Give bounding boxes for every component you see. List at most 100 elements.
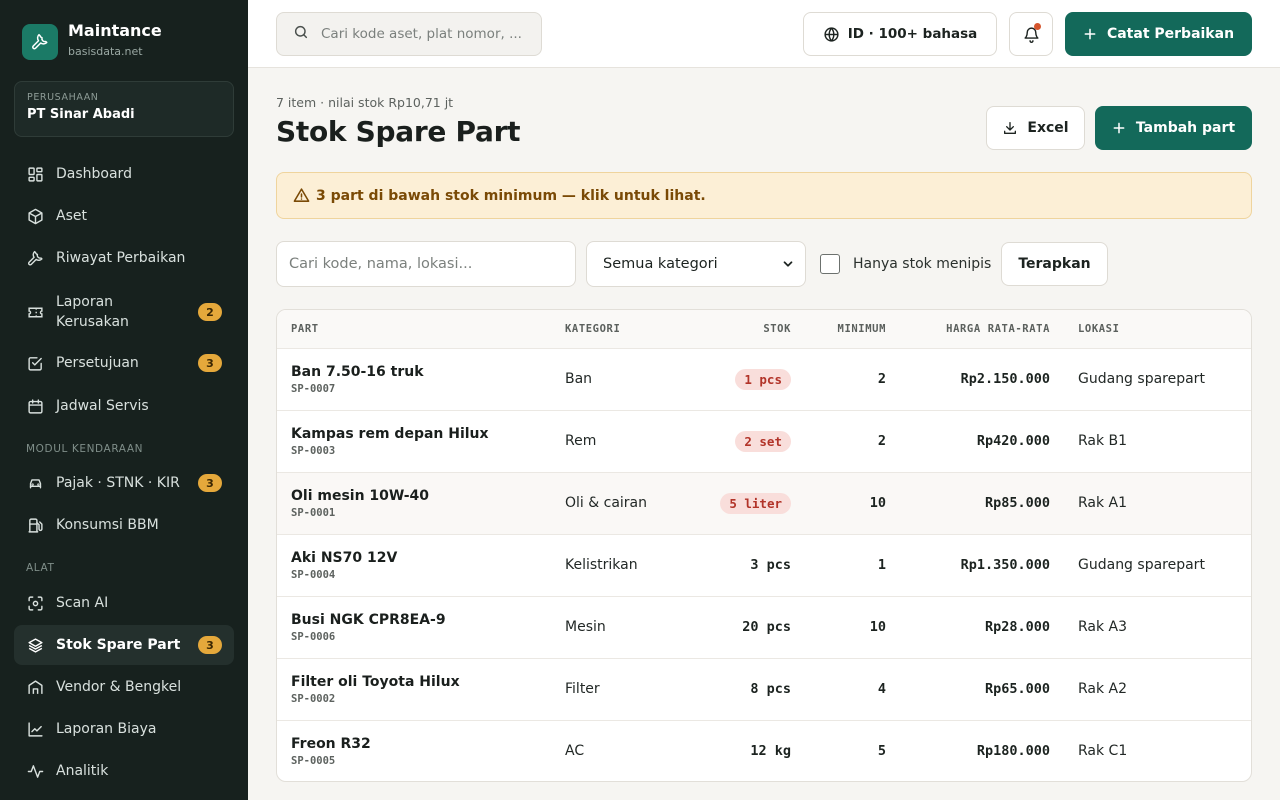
category-select[interactable]: Semua kategori [586, 241, 806, 287]
tambah-part-button[interactable]: Tambah part [1095, 106, 1252, 150]
low-stock-alert[interactable]: 3 part di bawah stok minimum — klik untu… [276, 172, 1252, 219]
part-location: Gudang sparepart [1078, 557, 1205, 573]
activity-icon [26, 762, 44, 780]
part-name: Filter oli Toyota Hilux [291, 674, 460, 690]
column-header-part[interactable]: PART [277, 310, 565, 348]
part-location: Rak B1 [1078, 433, 1128, 449]
part-search-input[interactable] [276, 241, 576, 287]
scan-icon [26, 594, 44, 612]
part-name: Aki NS70 12V [291, 550, 398, 566]
wrench-icon [26, 249, 44, 267]
tambah-part-label: Tambah part [1135, 120, 1236, 136]
part-category: Mesin [565, 619, 606, 635]
table-row[interactable]: Oli mesin 10W-40 SP-0001 Oli & cairan 5 l… [277, 472, 1251, 534]
part-stock: 20 pcs [742, 619, 791, 635]
sidebar-item-konsumsi-bbm[interactable]: Konsumsi BBM [14, 505, 234, 545]
part-minimum: 2 [877, 371, 886, 387]
global-search[interactable] [276, 12, 542, 56]
part-code: SP-0002 [291, 693, 336, 705]
column-header-minimum[interactable]: MINIMUM [791, 310, 886, 348]
excel-label: Excel [1027, 120, 1069, 136]
wrench-icon [22, 24, 58, 60]
sidebar-item-stok-spare-part[interactable]: Stok Spare Part 3 [14, 625, 234, 665]
sidebar-item-riwayat-perbaikan[interactable]: Riwayat Perbaikan [14, 238, 234, 278]
catat-perbaikan-button[interactable]: Catat Perbaikan [1065, 12, 1252, 56]
page-title: Stok Spare Part [276, 115, 521, 148]
sidebar-item-label: Vendor & Bengkel [56, 679, 182, 695]
apply-filter-button[interactable]: Terapkan [1001, 242, 1108, 286]
part-location: Rak A1 [1078, 495, 1128, 511]
company-switcher[interactable]: PERUSAHAAN PT Sinar Abadi [14, 81, 234, 137]
part-location: Gudang sparepart [1078, 371, 1205, 387]
column-header-lokasi[interactable]: LOKASI [1050, 310, 1251, 348]
brand-domain: basisdata.net [68, 45, 143, 58]
search-icon [293, 24, 309, 44]
warning-icon [293, 188, 310, 202]
building-icon [26, 678, 44, 696]
part-minimum: 5 [877, 743, 886, 760]
brand[interactable]: Maintance basisdata.net [22, 21, 162, 60]
part-code: SP-0004 [291, 569, 336, 581]
part-stock: 8 pcs [750, 681, 791, 697]
column-header-harga[interactable]: HARGA RATA-RATA [886, 310, 1050, 348]
page-meta: 7 item · nilai stok Rp10,71 jt [276, 95, 454, 110]
global-search-input[interactable] [321, 26, 521, 42]
sidebar-item-label: Persetujuan [56, 355, 139, 371]
table-header-row: PART KATEGORI STOK MINIMUM HARGA RATA-RA… [277, 310, 1251, 348]
stock-badge-low: 5 liter [720, 492, 791, 514]
plus-icon [1084, 28, 1096, 40]
cube-icon [26, 207, 44, 225]
notification-dot [1034, 23, 1041, 30]
check-square-icon [26, 354, 44, 372]
sidebar-item-aset[interactable]: Aset [14, 196, 234, 236]
table-row[interactable]: Ban 7.50-16 truk SP-0007 Ban 1 pcs 2 Rp2.… [277, 348, 1251, 410]
sidebar-item-persetujuan[interactable]: Persetujuan 3 [14, 343, 234, 383]
globe-icon [824, 26, 839, 42]
notifications-button[interactable] [1009, 12, 1053, 56]
language-button[interactable]: ID · 100+ bahasa [803, 12, 997, 56]
part-minimum: 2 [877, 433, 886, 449]
sidebar-item-laporan-biaya[interactable]: Laporan Biaya [14, 709, 234, 749]
spare-part-table: PART KATEGORI STOK MINIMUM HARGA RATA-RA… [276, 309, 1252, 782]
sidebar-item-scan-ai[interactable]: Scan AI [14, 583, 234, 623]
language-label: ID · 100+ bahasa [847, 26, 978, 42]
chevron-down-icon [783, 261, 793, 267]
part-minimum: 1 [877, 557, 886, 573]
part-minimum: 10 [869, 495, 886, 511]
stock-badge-low: 2 set [735, 430, 791, 452]
sidebar-item-jadwal-servis[interactable]: Jadwal Servis [14, 386, 234, 426]
table-row[interactable]: Filter oli Toyota Hilux SP-0002 Filter 8 … [277, 658, 1251, 720]
part-category: Filter [565, 681, 600, 697]
sidebar-item-laporan-kerusakan[interactable]: Laporan Kerusakan 2 [14, 290, 234, 334]
part-category: Rem [565, 433, 597, 449]
count-badge: 3 [198, 354, 222, 372]
excel-export-button[interactable]: Excel [986, 106, 1085, 150]
part-code: SP-0007 [291, 383, 336, 395]
count-badge: 3 [198, 636, 222, 654]
part-name: Freon R32 [291, 736, 371, 753]
part-minimum: 4 [877, 681, 886, 697]
part-price: Rp420.000 [976, 433, 1050, 449]
brand-name: Maintance [68, 21, 162, 40]
low-stock-filter[interactable]: Hanya stok menipis [820, 241, 991, 287]
section-label-alat: ALAT [26, 562, 55, 574]
sidebar-item-vendor-bengkel[interactable]: Vendor & Bengkel [14, 667, 234, 707]
table-row[interactable]: Busi NGK CPR8EA-9 SP-0006 Mesin 20 pcs 10… [277, 596, 1251, 658]
table-row[interactable]: Aki NS70 12V SP-0004 Kelistrikan 3 pcs 1 … [277, 534, 1251, 596]
part-location: Rak C1 [1078, 743, 1128, 760]
table-row[interactable]: Kampas rem depan Hilux SP-0003 Rem 2 set … [277, 410, 1251, 472]
sidebar-item-dashboard[interactable]: Dashboard [14, 154, 234, 194]
table-row[interactable]: Freon R32 SP-0005 AC 12 kg 5 Rp180.000 Ra… [277, 720, 1251, 781]
sidebar-item-pajak[interactable]: Pajak · STNK · KIR 3 [14, 463, 234, 503]
sidebar-item-label: Scan AI [56, 595, 109, 611]
part-price: Rp28.000 [984, 619, 1050, 635]
sidebar-item-analitik[interactable]: Analitik [14, 751, 234, 791]
company-label: PERUSAHAAN [27, 92, 99, 103]
sidebar-item-label: Aset [56, 208, 87, 224]
column-header-stok[interactable]: STOK [715, 310, 791, 348]
part-price: Rp65.000 [984, 681, 1050, 697]
column-header-kategori[interactable]: KATEGORI [565, 310, 715, 348]
low-stock-checkbox[interactable] [820, 254, 840, 274]
part-location: Rak A2 [1078, 681, 1128, 697]
ticket-icon [26, 303, 44, 321]
